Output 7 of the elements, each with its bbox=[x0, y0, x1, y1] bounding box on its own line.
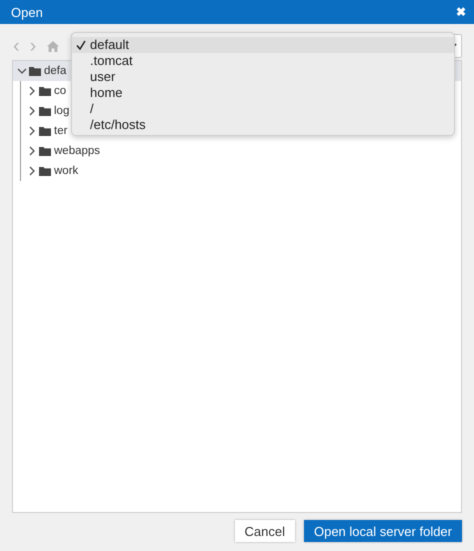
tree-label: log bbox=[54, 105, 70, 117]
tree-label: co bbox=[54, 85, 66, 97]
tree-label: webapps bbox=[54, 145, 100, 157]
tree-label: ter bbox=[54, 125, 68, 137]
tree-label: work bbox=[54, 165, 78, 177]
window-title: Open bbox=[11, 4, 43, 20]
tree-label: defa bbox=[44, 65, 66, 77]
